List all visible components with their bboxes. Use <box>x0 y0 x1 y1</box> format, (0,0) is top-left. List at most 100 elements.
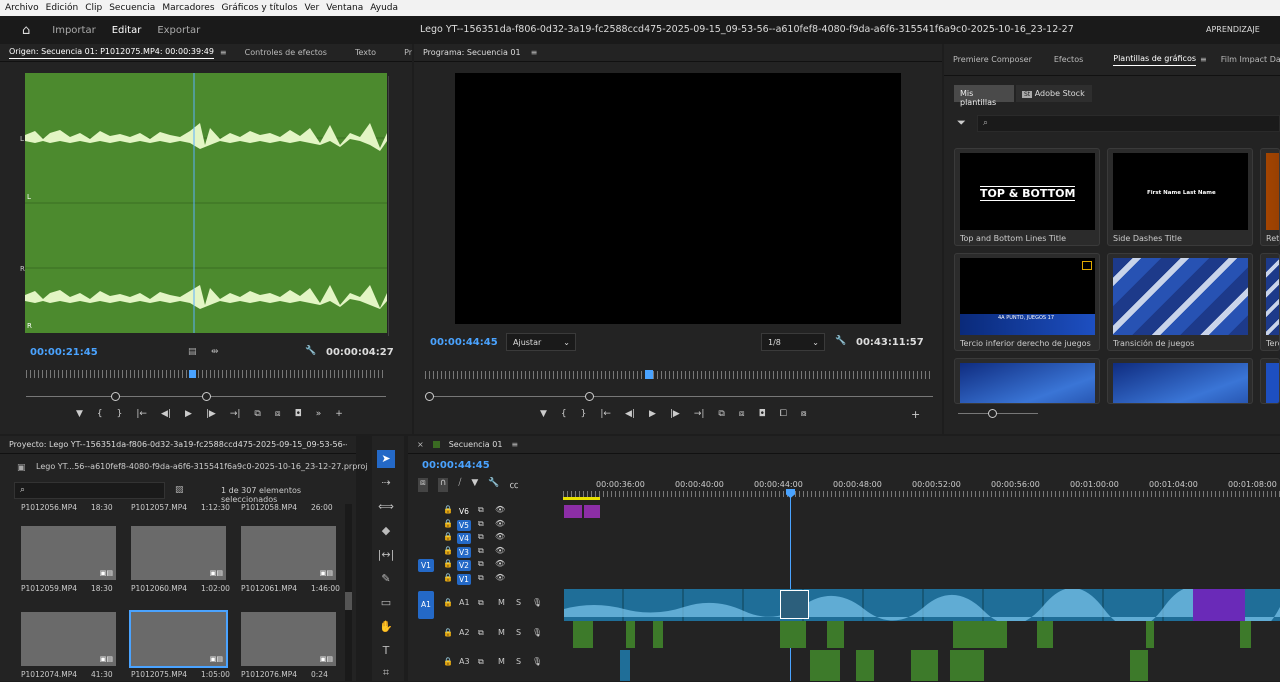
video-track-header[interactable]: 🔒 V6 ⧉ 👁 <box>410 505 563 518</box>
video-track-header[interactable]: 🔒 V4 ⧉ 👁 <box>410 532 563 545</box>
go-in-icon[interactable]: |← <box>600 409 611 423</box>
bin-icon[interactable]: ▨ <box>175 485 184 495</box>
tab-premiere-composer[interactable]: Premiere Composer <box>953 55 1032 64</box>
template-card[interactable] <box>1107 358 1253 404</box>
mute-button[interactable]: M <box>498 657 505 666</box>
template-card[interactable] <box>954 358 1100 404</box>
a3-clip[interactable] <box>620 650 630 681</box>
mark-in-icon[interactable]: { <box>97 409 103 423</box>
tab-source[interactable]: Origen: Secuencia 01: P1012075.MP4: 00:0… <box>9 47 214 59</box>
tab-more[interactable]: Pr <box>404 48 412 57</box>
play-icon[interactable]: ▶ <box>649 409 656 423</box>
mute-button[interactable]: M <box>498 598 505 607</box>
program-zoom-handle-left[interactable] <box>425 392 434 401</box>
audio-track-header[interactable]: 🔒 A2 ⧉ M S 🎙 <box>410 628 563 641</box>
template-card[interactable]: Retr <box>1260 148 1280 246</box>
step-back-icon[interactable]: ◀| <box>625 409 635 423</box>
a3-clip[interactable] <box>911 650 938 681</box>
menu-item[interactable]: Gráficos y títulos <box>222 3 298 13</box>
selection-tool-icon[interactable]: ➤ <box>377 450 395 468</box>
sync-icon[interactable]: ⧉ <box>478 505 484 515</box>
razor-icon[interactable]: ◆ <box>377 522 395 540</box>
eye-icon[interactable]: 👁 <box>495 546 505 555</box>
template-search-input[interactable]: ⌕ <box>977 115 1280 132</box>
play-icon[interactable]: ▶ <box>185 409 192 423</box>
track-label[interactable]: A2 <box>459 628 470 637</box>
sync-icon[interactable]: ⧉ <box>478 519 484 529</box>
lock-icon[interactable]: 🔒 <box>443 657 453 666</box>
lock-icon[interactable]: 🔒 <box>443 573 453 582</box>
caption-tool-icon[interactable]: ⌗ <box>377 664 395 682</box>
a2-clip[interactable] <box>573 621 593 648</box>
drag-audio-icon[interactable]: ⇹ <box>211 347 219 357</box>
mark-out-icon[interactable]: } <box>581 409 587 423</box>
mark-out-icon[interactable]: } <box>117 409 123 423</box>
track-label[interactable]: V6 <box>457 506 471 517</box>
close-icon[interactable]: × <box>417 440 424 449</box>
program-zoom-bar[interactable] <box>425 396 933 397</box>
lock-icon[interactable]: 🔒 <box>443 628 453 637</box>
filter-icon[interactable]: ⏷ <box>957 116 966 130</box>
menu-item[interactable]: Ventana <box>326 3 363 13</box>
source-playhead-timecode[interactable]: 00:00:21:45 <box>30 347 98 358</box>
learn-button[interactable]: APRENDIZAJE <box>1206 25 1260 34</box>
tab-import[interactable]: Importar <box>52 25 95 36</box>
template-card[interactable] <box>1260 358 1280 404</box>
source-playhead[interactable] <box>189 370 196 378</box>
solo-button[interactable]: S <box>516 598 521 607</box>
lock-icon[interactable]: 🔒 <box>443 532 453 541</box>
source-time-ruler[interactable] <box>26 370 386 378</box>
track-label[interactable]: V5 <box>457 519 471 531</box>
clip-thumbnail[interactable]: ▣▤ <box>241 612 336 666</box>
lock-icon[interactable]: 🔒 <box>443 519 453 528</box>
solo-button[interactable]: S <box>516 628 521 637</box>
sync-icon[interactable]: ⧉ <box>478 598 484 608</box>
track-label[interactable]: V3 <box>457 546 471 558</box>
track-label[interactable]: V1 <box>457 573 471 585</box>
vr-icon[interactable]: ⧇ <box>801 409 807 423</box>
mic-icon[interactable]: 🎙 <box>532 628 542 637</box>
lock-icon[interactable]: 🔒 <box>443 559 453 568</box>
template-card[interactable]: Transición de juegos <box>1107 253 1253 351</box>
pen-icon[interactable]: ✎ <box>377 570 395 588</box>
track-label[interactable]: A3 <box>459 657 470 666</box>
menu-item[interactable]: Edición <box>46 3 79 13</box>
menu-item[interactable]: Ver <box>305 3 320 13</box>
lock-icon[interactable]: 🔒 <box>443 598 453 607</box>
step-forward-icon[interactable]: |▶ <box>206 409 216 423</box>
solo-button[interactable]: S <box>516 657 521 666</box>
lock-icon[interactable]: 🔒 <box>443 546 453 555</box>
a2-clip[interactable] <box>780 621 806 648</box>
tab-effects[interactable]: Efectos <box>1054 55 1083 64</box>
eye-icon[interactable]: 👁 <box>495 573 505 582</box>
a3-clip[interactable] <box>950 650 984 681</box>
menu-item[interactable]: Marcadores <box>162 3 214 13</box>
clip-thumbnail[interactable]: ▣▤ <box>129 610 228 668</box>
add-icon[interactable]: + <box>335 409 343 423</box>
add-button-icon[interactable]: + <box>911 408 920 421</box>
home-icon[interactable]: ⌂ <box>22 23 30 38</box>
tab-program[interactable]: Programa: Secuencia 01 <box>423 48 521 57</box>
audio-track-header[interactable]: 🔒 A3 ⧉ M S 🎙 <box>410 657 563 670</box>
program-video[interactable] <box>455 73 901 324</box>
slip-icon[interactable]: |↔| <box>377 546 395 564</box>
wrench-icon[interactable]: 🔧 <box>835 336 846 346</box>
overwrite-icon[interactable]: ⧈ <box>275 409 281 423</box>
compare-icon[interactable]: ⧠ <box>780 409 787 423</box>
template-card[interactable]: 4A PUNTO, JUEGOS 17 Tercio inferior derec… <box>954 253 1100 351</box>
step-back-icon[interactable]: ◀| <box>161 409 171 423</box>
template-card[interactable]: Terc <box>1260 253 1280 351</box>
mic-icon[interactable]: 🎙 <box>532 657 542 666</box>
program-playhead[interactable] <box>645 370 653 379</box>
eye-icon[interactable]: 👁 <box>495 519 505 528</box>
a2-clip[interactable] <box>1240 621 1251 648</box>
camera-icon[interactable]: ◘ <box>759 409 766 423</box>
selected-clip[interactable] <box>780 590 809 619</box>
source-patch-v1[interactable]: V1 <box>418 559 434 572</box>
camera-icon[interactable]: ◘ <box>295 409 302 423</box>
fit-dropdown[interactable]: Ajustar ⌄ <box>506 333 576 351</box>
timeline-timecode[interactable]: 00:00:44:45 <box>422 460 490 471</box>
menu-item[interactable]: Ayuda <box>370 3 398 13</box>
tab-graphics-templates[interactable]: Plantillas de gráficos <box>1113 54 1196 66</box>
marker-icon[interactable]: ▼ <box>76 409 83 423</box>
